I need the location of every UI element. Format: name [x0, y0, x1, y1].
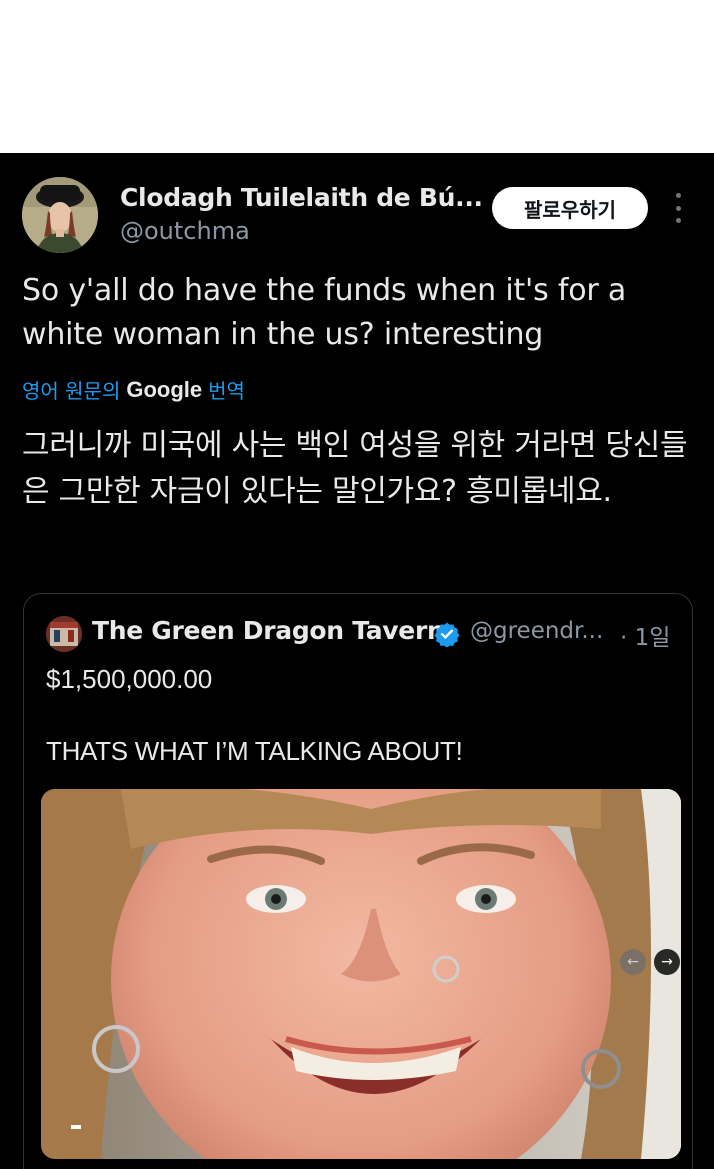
top-blank-area: [0, 0, 714, 153]
quoted-author-name[interactable]: The Green Dragon Tavern: [92, 616, 445, 645]
author-display-name[interactable]: Clodagh Tuilelaith de Bú...: [120, 183, 483, 212]
quoted-tweet[interactable]: The Green Dragon Tavern @greendr... · 1일…: [23, 593, 693, 1169]
translate-prefix: 영어 원문의: [22, 379, 121, 403]
quoted-author-handle[interactable]: @greendr...: [470, 618, 603, 644]
quoted-author-avatar[interactable]: [46, 616, 82, 652]
translate-suffix: 번역: [208, 379, 245, 403]
quoted-tweet-amount: $1,500,000.00: [46, 664, 213, 694]
quoted-tweet-text: THATS WHAT I’M TALKING ABOUT!: [46, 736, 463, 766]
quoted-tweet-time: · 1일: [620, 625, 671, 651]
verified-badge-icon: [434, 622, 460, 647]
more-vertical-icon[interactable]: [670, 193, 686, 223]
translation-attribution[interactable]: 영어 원문의 Google 번역: [22, 375, 245, 404]
author-avatar[interactable]: [22, 177, 98, 253]
translated-text: 그러니까 미국에 사는 백인 여성을 위한 거라면 당신들은 그만한 자금이 있…: [22, 428, 688, 509]
author-handle[interactable]: @outchma: [120, 217, 250, 245]
carousel-next-icon[interactable]: →: [654, 949, 680, 975]
quoted-tweet-photo[interactable]: [41, 789, 681, 1159]
follow-button[interactable]: 팔로우하기: [492, 187, 648, 229]
tweet-card[interactable]: Clodagh Tuilelaith de Bú... @outchma 팔로우…: [0, 153, 714, 1169]
carousel-prev-icon[interactable]: ←: [620, 949, 646, 975]
tweet-text: So y'all do have the funds when it's for…: [22, 273, 627, 352]
google-logo: Google: [126, 376, 203, 402]
